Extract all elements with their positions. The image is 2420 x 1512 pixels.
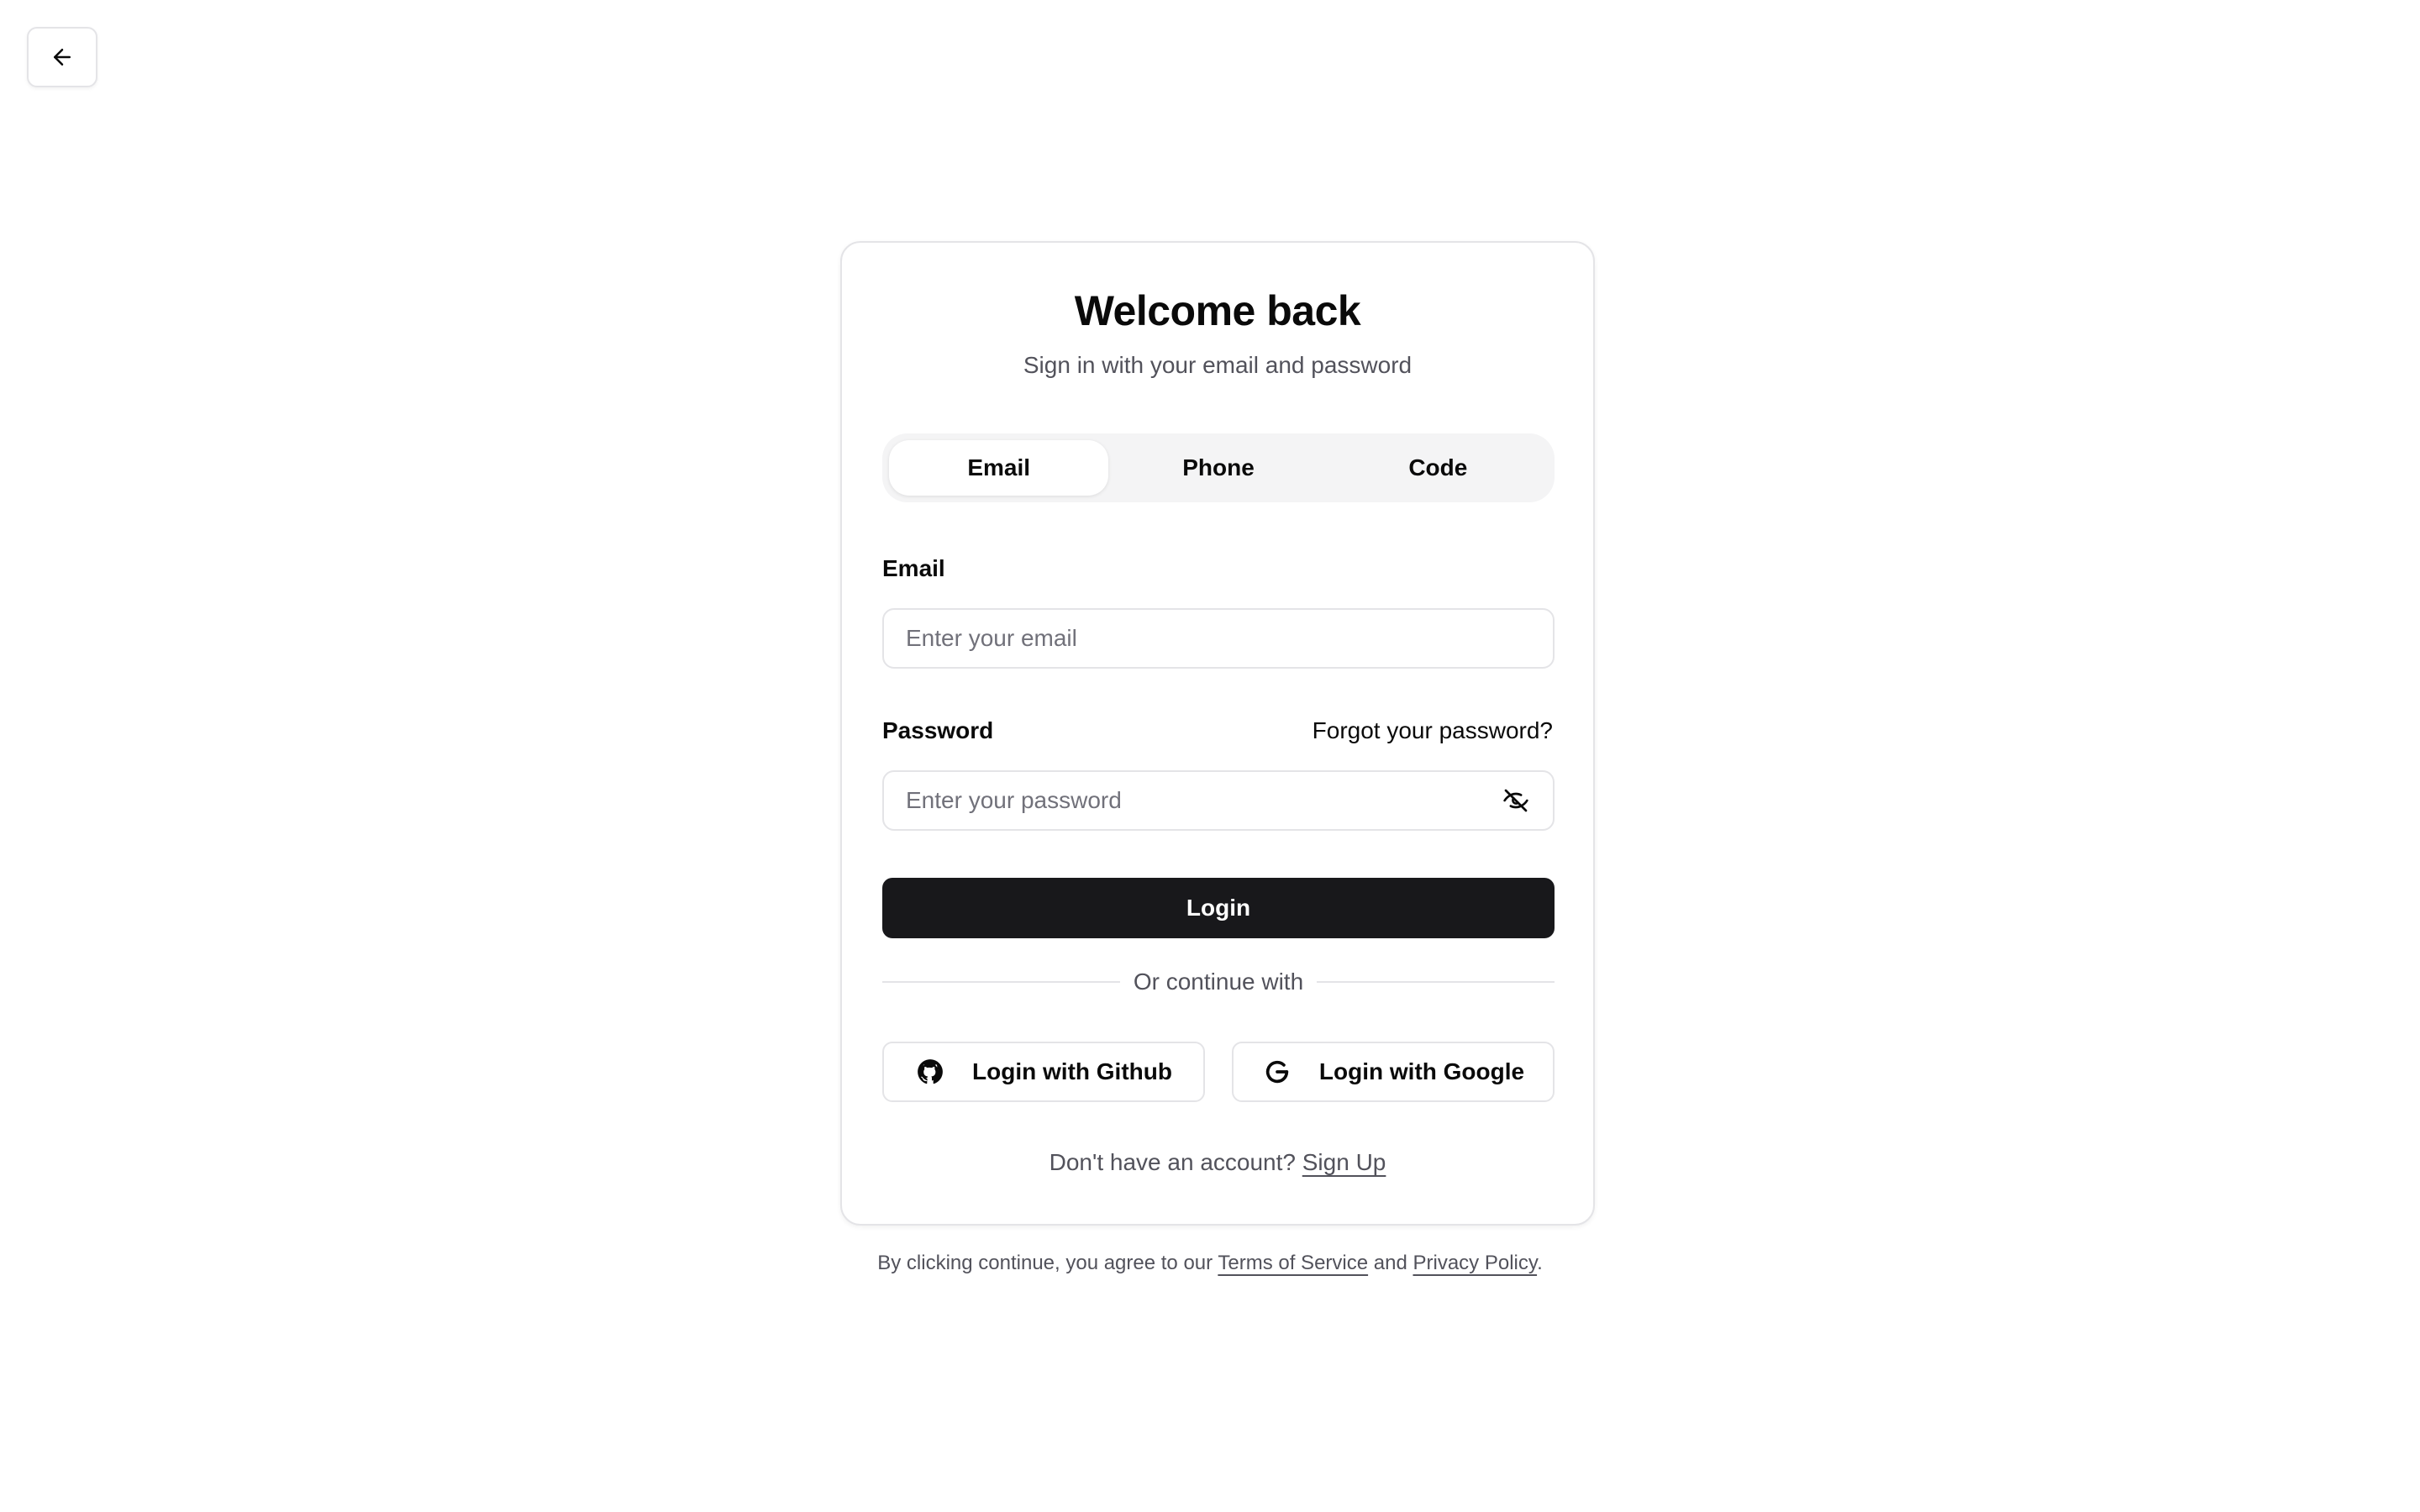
- legal-suffix: .: [1537, 1252, 1543, 1274]
- signup-prompt: Don't have an account?: [1049, 1149, 1296, 1175]
- privacy-link[interactable]: Privacy Policy: [1413, 1252, 1537, 1274]
- legal-notice: By clicking continue, you agree to our T…: [0, 1252, 2420, 1275]
- google-login-label: Login with Google: [1318, 1058, 1525, 1084]
- divider-line-right: [1317, 981, 1555, 983]
- login-button[interactable]: Login: [882, 878, 1555, 938]
- terms-link[interactable]: Terms of Service: [1218, 1252, 1368, 1274]
- email-field[interactable]: Enter your email: [882, 608, 1555, 669]
- google-icon: [1262, 1057, 1292, 1087]
- divider: Or continue with: [882, 967, 1555, 997]
- divider-text: Or continue with: [1133, 969, 1304, 995]
- password-label: Password: [882, 717, 994, 743]
- password-field[interactable]: Enter your password: [882, 770, 1555, 831]
- forgot-password-link[interactable]: Forgot your password?: [1313, 717, 1553, 744]
- legal-and: and: [1373, 1252, 1407, 1274]
- signup-link[interactable]: Sign Up: [1302, 1149, 1386, 1175]
- google-login-button[interactable]: Login with Google: [1232, 1042, 1555, 1102]
- arrow-left-icon: [54, 49, 71, 66]
- github-login-label: Login with Github: [972, 1058, 1172, 1084]
- page-title: Welcome back: [1074, 287, 1361, 334]
- eye-off-icon[interactable]: [1501, 785, 1531, 816]
- github-login-button[interactable]: Login with Github: [882, 1042, 1205, 1102]
- tab-phone[interactable]: Phone: [1108, 440, 1328, 496]
- divider-line-left: [882, 981, 1120, 983]
- github-icon: [915, 1057, 945, 1087]
- login-card: Welcome back Sign in with your email and…: [840, 241, 1595, 1226]
- tab-code[interactable]: Code: [1328, 440, 1548, 496]
- legal-prefix: By clicking continue, you agree to our: [877, 1252, 1213, 1274]
- password-placeholder: Enter your password: [906, 787, 1122, 813]
- page-subtitle: Sign in with your email and password: [1023, 352, 1413, 378]
- tab-email[interactable]: Email: [889, 440, 1109, 496]
- login-method-tabs: Email Phone Code: [882, 433, 1555, 502]
- email-label: Email: [882, 555, 945, 581]
- email-placeholder: Enter your email: [906, 625, 1077, 651]
- back-button[interactable]: [27, 27, 97, 87]
- signup-row: Don't have an account? Sign Up: [842, 1149, 1593, 1176]
